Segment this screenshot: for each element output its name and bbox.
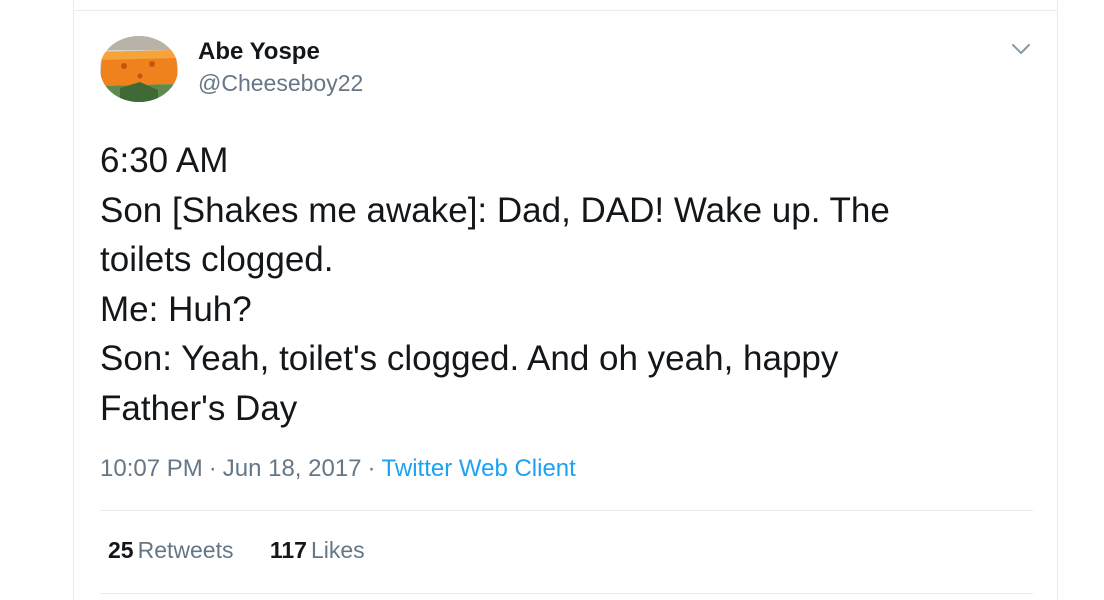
tweet-text-line: Father's Day — [100, 388, 298, 428]
tweet-text-line: toilets clogged. — [100, 240, 334, 279]
retweets-label: Retweets — [137, 537, 234, 563]
tweet-text-line: Son: Yeah, toilet's clogged. And oh yeah… — [100, 339, 839, 378]
likes-label: Likes — [310, 537, 365, 563]
tweet-text-line: Me: Huh? — [100, 289, 252, 329]
likes-stat[interactable]: 117 Likes — [270, 537, 365, 564]
tweet-text: 6:30 AM Son [Shakes me awake]: Dad, DAD!… — [100, 136, 1000, 433]
top-divider — [74, 10, 1057, 11]
avatar[interactable] — [100, 36, 178, 102]
tweet-source-link[interactable]: Twitter Web Client — [382, 455, 576, 482]
cheese-avatar-icon — [100, 36, 178, 102]
retweets-count: 25 — [108, 537, 134, 563]
likes-count: 117 — [269, 537, 307, 563]
tweet-menu-button[interactable] — [1010, 40, 1032, 58]
tweet-date[interactable]: Jun 18, 2017 — [223, 455, 362, 482]
separator-dot: · — [208, 455, 217, 482]
tweet-stats: 25 Retweets 117 Likes — [108, 537, 395, 564]
bottom-divider — [100, 593, 1033, 594]
tweet-time[interactable]: 10:07 PM — [100, 455, 203, 482]
tweet-text-line: 6:30 AM — [100, 141, 229, 180]
stats-divider — [100, 510, 1033, 511]
tweet-text-line: Son [Shakes me awake]: Dad, DAD! Wake up… — [100, 190, 890, 230]
tweet-metadata: 10:07 PM · Jun 18, 2017 · Twitter Web Client — [100, 455, 576, 483]
retweets-stat[interactable]: 25 Retweets — [108, 537, 233, 564]
user-handle[interactable]: @Cheeseboy22 — [198, 70, 363, 97]
tweet-card: Abe Yospe @Cheeseboy22 6:30 AM Son [Shak… — [73, 0, 1058, 600]
separator-dot: · — [367, 455, 376, 482]
display-name[interactable]: Abe Yospe — [198, 38, 320, 66]
chevron-down-icon — [1012, 44, 1030, 54]
